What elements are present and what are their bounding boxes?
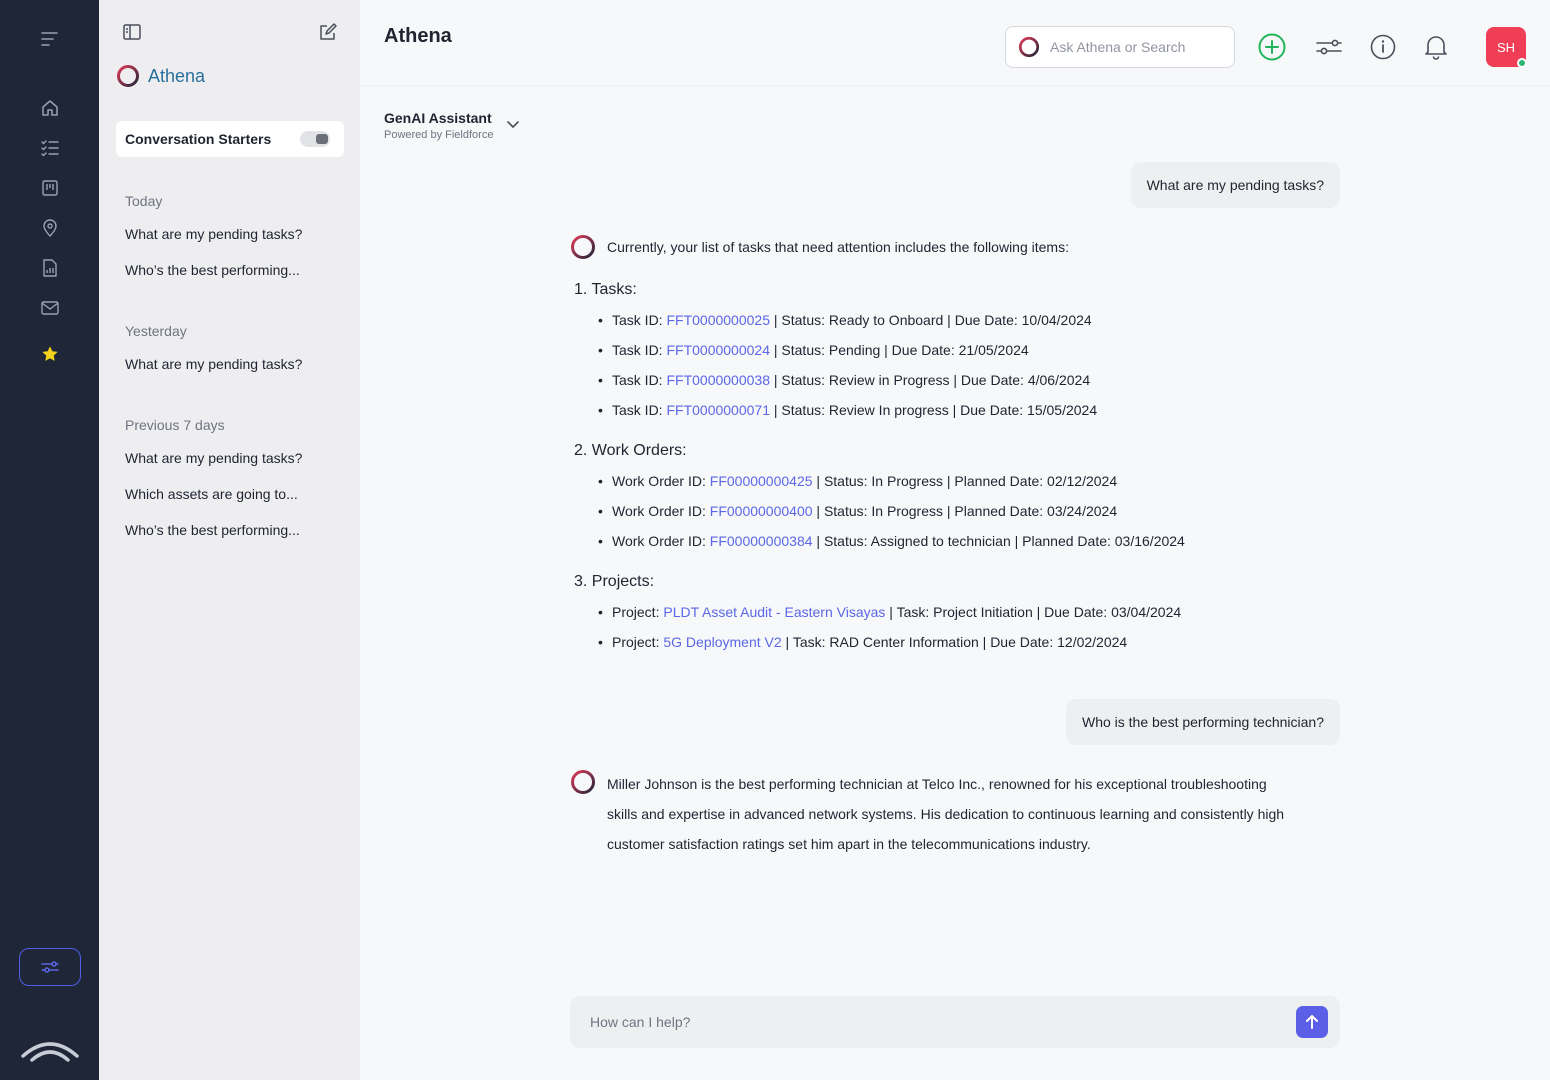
history-section-yesterday: Yesterday — [125, 323, 187, 339]
work-order-item: Work Order ID: FF00000000400 | Status: I… — [598, 503, 1117, 519]
star-icon[interactable] — [38, 342, 62, 366]
info-icon — [1370, 34, 1396, 60]
task-id-link[interactable]: FFT0000000025 — [666, 312, 770, 328]
search-box[interactable]: Ask Athena or Search — [1005, 26, 1235, 68]
home-icon[interactable] — [38, 96, 62, 120]
chevron-down-icon[interactable] — [505, 116, 521, 132]
conversation-starters-card: Conversation Starters — [116, 121, 344, 157]
sidebar-toggle-icon[interactable] — [122, 22, 142, 42]
sliders-icon — [41, 961, 59, 973]
work-order-id-link[interactable]: FF00000000425 — [710, 473, 813, 489]
fieldforce-logo-icon — [21, 1042, 79, 1062]
brand: Athena — [116, 64, 205, 88]
notifications-button[interactable] — [1422, 33, 1450, 61]
task-id-link[interactable]: FFT0000000038 — [666, 372, 770, 388]
athena-avatar-icon — [571, 235, 595, 259]
history-section-previous-7-days: Previous 7 days — [125, 417, 225, 433]
project-link[interactable]: PLDT Asset Audit - Eastern Visayas — [663, 604, 885, 620]
assistant-message-line: Miller Johnson is the best performing te… — [607, 776, 1267, 792]
work-orders-heading: 2. Work Orders: — [574, 442, 687, 459]
brand-name: Athena — [148, 65, 206, 86]
assistant-message-line: skills and expertise in advanced network… — [607, 806, 1285, 822]
history-item[interactable]: Who’s the best performing... — [125, 522, 300, 538]
history-item[interactable]: Who’s the best performing... — [125, 262, 300, 278]
history-item[interactable]: What are my pending tasks? — [125, 356, 302, 372]
work-order-id-link[interactable]: FF00000000400 — [710, 503, 813, 519]
assistant-name: GenAI Assistant — [384, 110, 492, 126]
task-item: Task ID: FFT0000000071 | Status: Review … — [598, 402, 1097, 418]
page-title: Athena — [384, 25, 452, 47]
athena-avatar-icon — [571, 770, 595, 794]
user-message: What are my pending tasks? — [1130, 162, 1340, 208]
work-order-id-link[interactable]: FF00000000384 — [710, 533, 813, 549]
assistant-message: Miller Johnson is the best performing te… — [607, 769, 1347, 859]
checklist-icon[interactable] — [38, 136, 62, 160]
conversation-starters-label: Conversation Starters — [125, 131, 272, 147]
task-item: Task ID: FFT0000000038 | Status: Review … — [598, 372, 1090, 388]
history-item[interactable]: What are my pending tasks? — [125, 450, 302, 466]
arrow-up-icon — [1306, 1015, 1318, 1029]
message-composer — [570, 996, 1340, 1048]
task-id-link[interactable]: FFT0000000024 — [666, 342, 770, 358]
conversation-starters-toggle[interactable] — [300, 131, 330, 147]
work-order-item: Work Order ID: FF00000000384 | Status: A… — [598, 533, 1185, 549]
task-item: Task ID: FFT0000000025 | Status: Ready t… — [598, 312, 1092, 328]
report-icon[interactable] — [38, 256, 62, 280]
user-message: Who is the best performing technician? — [1065, 699, 1340, 745]
history-section-today: Today — [125, 193, 163, 209]
task-id-link[interactable]: FFT0000000071 — [666, 402, 770, 418]
assistant-powered-by: Powered by Fieldforce — [384, 129, 494, 141]
athena-logo-icon — [1018, 36, 1040, 58]
app-rail — [0, 0, 99, 1080]
project-link[interactable]: 5G Deployment V2 — [663, 634, 781, 650]
location-pin-icon[interactable] — [38, 216, 62, 240]
conversation-sidebar — [99, 0, 360, 1080]
sliders-icon — [1316, 39, 1342, 55]
athena-logo-icon — [117, 65, 139, 87]
add-button[interactable] — [1258, 33, 1286, 61]
menu-icon[interactable] — [38, 27, 62, 51]
online-status-indicator — [1517, 58, 1527, 68]
message-input[interactable] — [590, 996, 1290, 1048]
info-button[interactable] — [1369, 33, 1397, 61]
mail-icon[interactable] — [38, 296, 62, 320]
projects-heading: 3. Projects: — [574, 573, 655, 590]
work-order-item: Work Order ID: FF00000000425 | Status: I… — [598, 473, 1117, 489]
tasks-heading: 1. Tasks: — [574, 281, 637, 298]
send-button[interactable] — [1296, 1006, 1328, 1038]
history-item[interactable]: Which assets are going to... — [125, 486, 298, 502]
project-item: Project: 5G Deployment V2 | Task: RAD Ce… — [598, 634, 1127, 650]
board-icon[interactable] — [38, 176, 62, 200]
search-placeholder: Ask Athena or Search — [1050, 39, 1186, 55]
new-chat-icon[interactable] — [318, 22, 338, 42]
filters-button[interactable] — [1315, 33, 1343, 61]
project-item: Project: PLDT Asset Audit - Eastern Visa… — [598, 604, 1181, 620]
assistant-selector[interactable]: GenAI Assistant Powered by Fieldforce — [384, 110, 493, 141]
history-item[interactable]: What are my pending tasks? — [125, 226, 302, 242]
assistant-message-line: customer satisfaction ratings set him ap… — [607, 836, 1091, 852]
header-divider — [360, 85, 1550, 86]
bell-icon — [1425, 36, 1447, 60]
plus-circle-icon — [1258, 33, 1286, 61]
settings-filter-button[interactable] — [19, 948, 81, 986]
task-item: Task ID: FFT0000000024 | Status: Pending… — [598, 342, 1029, 358]
assistant-message-intro: Currently, your list of tasks that need … — [607, 239, 1069, 255]
